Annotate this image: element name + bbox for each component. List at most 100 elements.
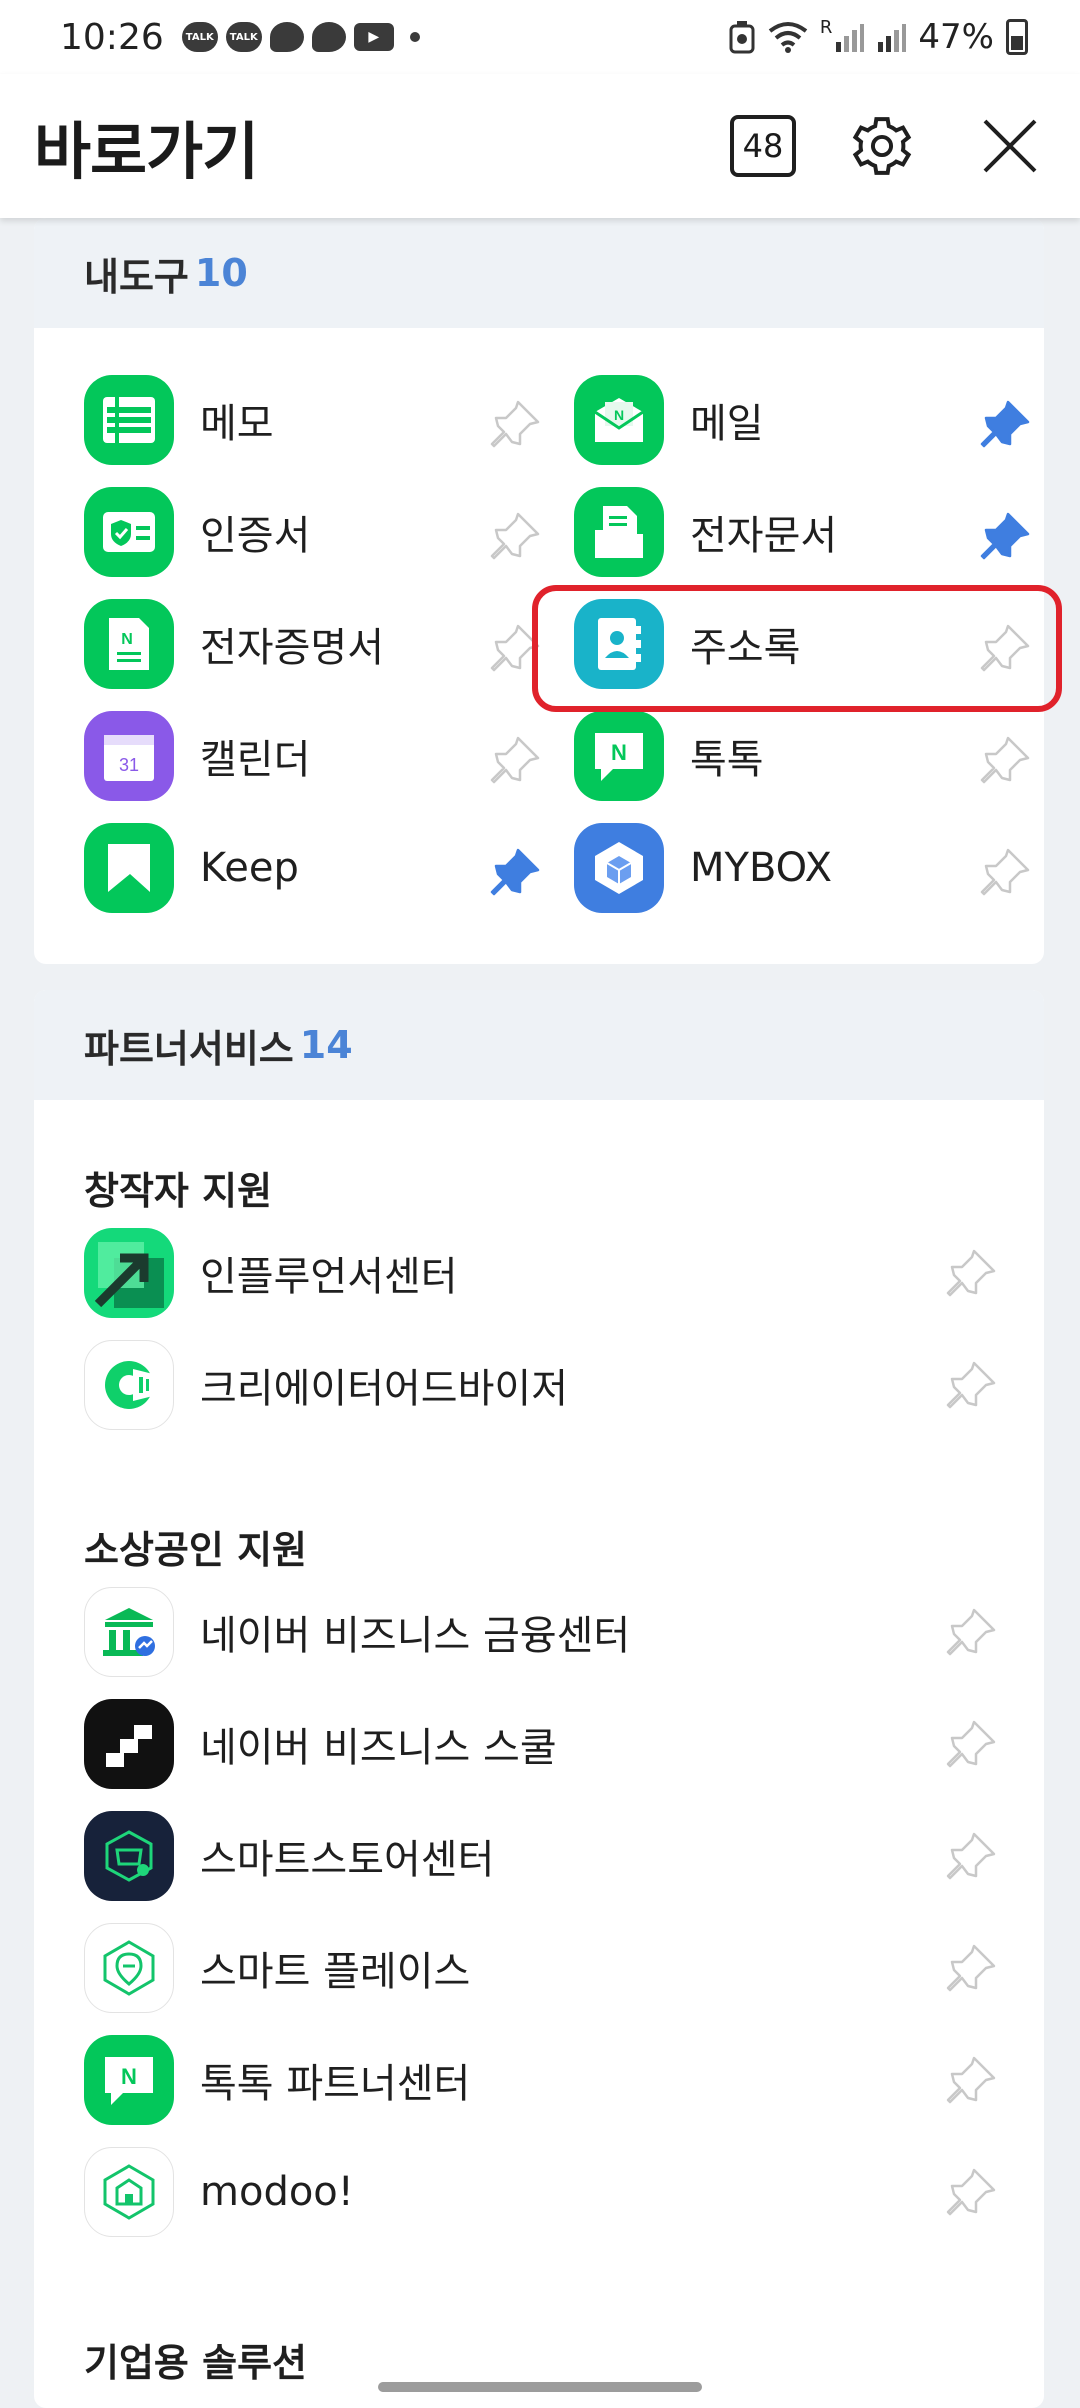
my-tools-header: 내도구 10 bbox=[34, 218, 1044, 328]
pin-outline-icon[interactable] bbox=[944, 2052, 1000, 2108]
tool-label: Keep bbox=[200, 845, 299, 891]
battery-icon bbox=[1006, 19, 1028, 55]
gesture-nav-handle[interactable] bbox=[378, 2382, 702, 2392]
close-icon[interactable] bbox=[974, 110, 1046, 182]
highlight-contacts bbox=[532, 585, 1062, 712]
section-title-enterprise: 기업용 솔루션 bbox=[84, 2341, 307, 2385]
roaming-indicator: R bbox=[819, 17, 833, 38]
tab-count-button[interactable]: 48 bbox=[730, 115, 796, 177]
pin-outline-icon[interactable] bbox=[944, 1357, 1000, 1413]
pin-outline-icon[interactable] bbox=[978, 844, 1034, 900]
pin-outline-icon[interactable] bbox=[944, 1245, 1000, 1301]
pin-outline-icon[interactable] bbox=[488, 732, 544, 788]
svg-text:N: N bbox=[121, 2064, 137, 2089]
data-saver-icon bbox=[729, 21, 755, 54]
status-bar: 10:26 TALK TALK ▶ R 47% bbox=[0, 0, 1080, 74]
tool-label: MYBOX bbox=[690, 845, 833, 891]
svg-text:N: N bbox=[121, 631, 133, 648]
list-item-label: 스마트스토어센터 bbox=[200, 1837, 495, 1883]
tool-label: 전자증명서 bbox=[200, 625, 384, 671]
pin-outline-icon[interactable] bbox=[944, 1940, 1000, 1996]
signal-icon bbox=[836, 24, 865, 52]
game-notification-icon bbox=[311, 22, 346, 52]
partner-services-header: 파트너서비스 14 bbox=[34, 990, 1044, 1100]
talktalk-partner-icon: N bbox=[84, 2035, 174, 2125]
list-item-smartstore[interactable]: 스마트스토어센터 bbox=[34, 1800, 1044, 1912]
pin-filled-icon[interactable] bbox=[978, 396, 1034, 452]
tool-mail[interactable]: N 메일 bbox=[574, 370, 1034, 470]
kakaotalk-notification-icon: TALK bbox=[181, 22, 218, 52]
tool-memo[interactable]: 메모 bbox=[84, 370, 544, 470]
tool-label: 톡톡 bbox=[690, 737, 764, 783]
list-item-finance-center[interactable]: 네이버 비즈니스 금융센터 bbox=[34, 1576, 1044, 1688]
mail-icon: N bbox=[574, 375, 664, 465]
list-item-creator-advisor[interactable]: 크리에이터어드바이저 bbox=[34, 1329, 1044, 1441]
chat-notification-icon bbox=[269, 22, 304, 52]
list-item-influencer-center[interactable]: 인플루언서센터 bbox=[34, 1217, 1044, 1329]
header: 바로가기 48 bbox=[0, 74, 1080, 218]
partner-services-title: 파트너서비스 bbox=[84, 1026, 294, 1071]
battery-percent: 47% bbox=[918, 17, 994, 57]
memo-icon bbox=[84, 375, 174, 465]
list-item-label: 네이버 비즈니스 스쿨 bbox=[200, 1725, 557, 1771]
pin-outline-icon[interactable] bbox=[978, 732, 1034, 788]
partner-services-count: 14 bbox=[299, 1023, 353, 1067]
list-item-label: 네이버 비즈니스 금융센터 bbox=[200, 1613, 631, 1659]
list-item-label: 크리에이터어드바이저 bbox=[200, 1366, 568, 1412]
tool-mybox[interactable]: MYBOX bbox=[574, 818, 1034, 918]
svg-text:N: N bbox=[611, 740, 627, 765]
tool-calendar[interactable]: 31 캘린더 bbox=[84, 706, 544, 806]
youtube-notification-icon: ▶ bbox=[353, 23, 394, 51]
tool-e-certificate[interactable]: N 전자증명서 bbox=[84, 594, 544, 694]
tool-label: 인증서 bbox=[200, 513, 311, 559]
certificate-icon bbox=[84, 487, 174, 577]
list-item-talktalk-partner[interactable]: N 톡톡 파트너센터 bbox=[34, 2024, 1044, 2136]
business-school-icon bbox=[84, 1699, 174, 1789]
tool-e-document[interactable]: 전자문서 bbox=[574, 482, 1034, 582]
section-title-creator: 창작자 지원 bbox=[84, 1169, 273, 1213]
pin-outline-icon[interactable] bbox=[944, 1604, 1000, 1660]
tool-keep[interactable]: Keep bbox=[84, 818, 544, 918]
list-item-business-school[interactable]: 네이버 비즈니스 스쿨 bbox=[34, 1688, 1044, 1800]
modoo-icon bbox=[84, 2147, 174, 2237]
pin-outline-icon[interactable] bbox=[488, 396, 544, 452]
e-certificate-icon: N bbox=[84, 599, 174, 689]
kakaotalk-notification-icon-2: TALK bbox=[225, 22, 262, 52]
tool-label: 전자문서 bbox=[690, 513, 838, 559]
pin-outline-icon[interactable] bbox=[944, 1716, 1000, 1772]
talktalk-icon: N bbox=[574, 711, 664, 801]
tool-label: 메일 bbox=[690, 401, 764, 447]
tool-certificate[interactable]: 인증서 bbox=[84, 482, 544, 582]
list-item-label: 스마트 플레이스 bbox=[200, 1949, 471, 1995]
signal-icon-2 bbox=[878, 24, 907, 52]
finance-center-icon bbox=[84, 1587, 174, 1677]
pin-filled-icon[interactable] bbox=[978, 508, 1034, 564]
list-item-label: modoo! bbox=[200, 2169, 354, 2215]
my-tools-count: 10 bbox=[194, 251, 248, 295]
pin-outline-icon[interactable] bbox=[488, 508, 544, 564]
wifi-icon bbox=[768, 22, 808, 53]
mybox-icon bbox=[574, 823, 664, 913]
tool-label: 메모 bbox=[200, 401, 274, 447]
smart-place-icon bbox=[84, 1923, 174, 2013]
tool-label: 캘린더 bbox=[200, 737, 311, 783]
list-item-label: 인플루언서센터 bbox=[200, 1254, 458, 1300]
creator-advisor-icon bbox=[84, 1340, 174, 1430]
svg-text:N: N bbox=[614, 407, 624, 423]
calendar-icon: 31 bbox=[84, 711, 174, 801]
list-item-smart-place[interactable]: 스마트 플레이스 bbox=[34, 1912, 1044, 2024]
pin-filled-icon[interactable] bbox=[488, 844, 544, 900]
my-tools-title: 내도구 bbox=[84, 254, 189, 299]
keep-icon bbox=[84, 823, 174, 913]
influencer-icon bbox=[84, 1228, 174, 1318]
pin-outline-icon[interactable] bbox=[944, 2164, 1000, 2220]
more-notifications-icon bbox=[409, 32, 420, 42]
settings-gear-icon[interactable] bbox=[846, 110, 918, 182]
smartstore-icon bbox=[84, 1811, 174, 1901]
pin-outline-icon[interactable] bbox=[944, 1828, 1000, 1884]
page-title: 바로가기 bbox=[34, 115, 259, 188]
list-item-modoo[interactable]: modoo! bbox=[34, 2136, 1044, 2248]
tool-talktalk[interactable]: N 톡톡 bbox=[574, 706, 1034, 806]
section-title-small-business: 소상공인 지원 bbox=[84, 1528, 307, 1572]
e-document-icon bbox=[574, 487, 664, 577]
